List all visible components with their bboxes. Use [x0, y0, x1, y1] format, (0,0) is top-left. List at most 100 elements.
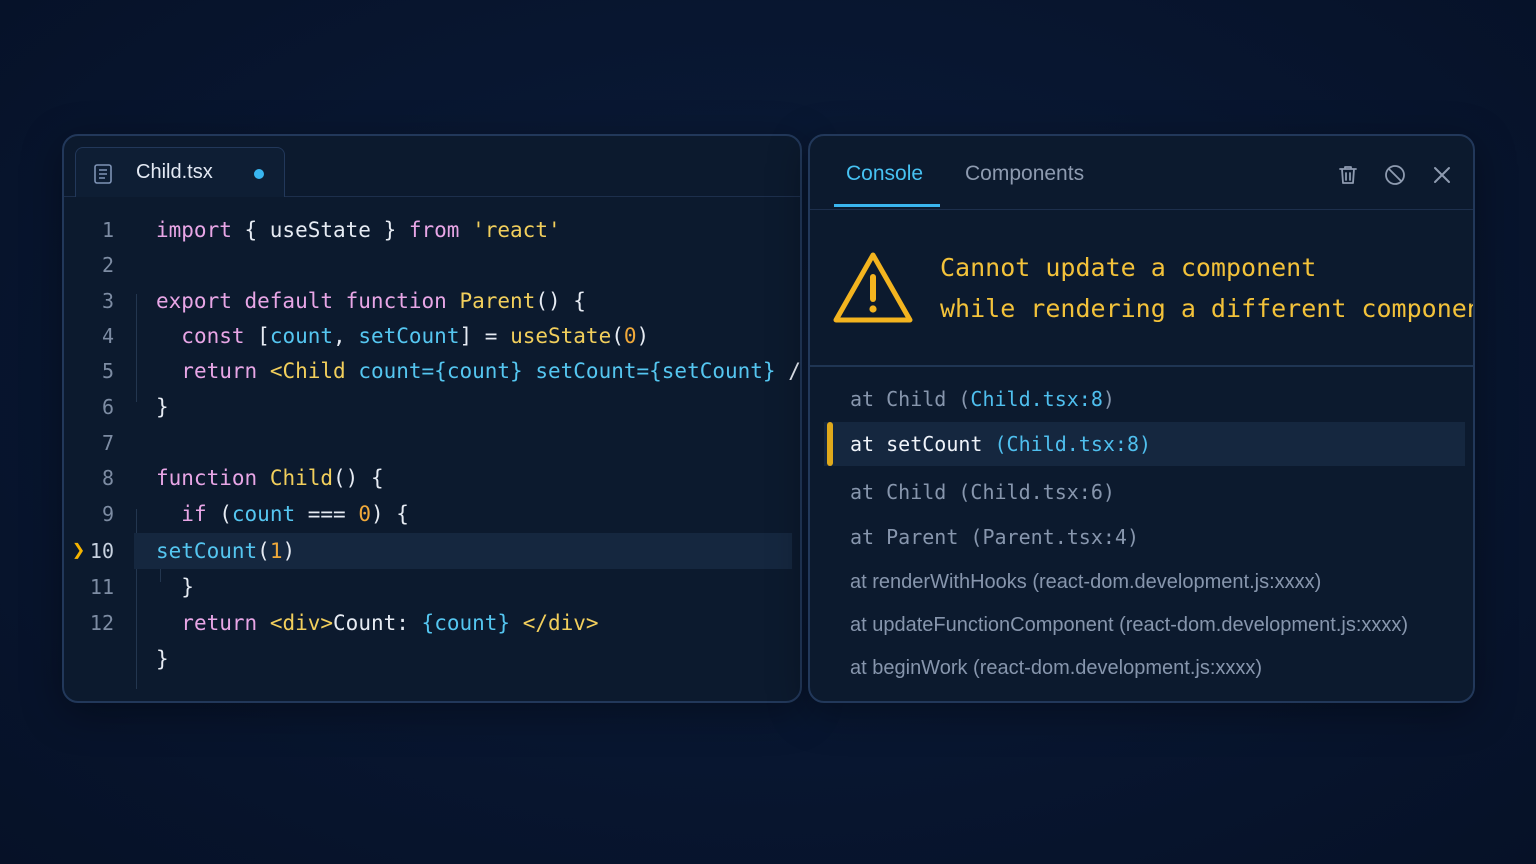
- code-token: ===: [295, 502, 359, 526]
- code-token: 0: [623, 324, 637, 348]
- file-tab-label: Child.tsx: [136, 161, 213, 183]
- code-text: }: [156, 389, 169, 425]
- line-number[interactable]: 3: [64, 283, 114, 319]
- clear-console-icon[interactable]: [1383, 163, 1407, 187]
- code-token: function: [156, 466, 258, 490]
- line-number[interactable]: 4: [64, 318, 114, 354]
- code-line[interactable]: 10 ❯ setCount(1): [72, 533, 792, 569]
- trash-icon[interactable]: [1336, 163, 1360, 187]
- code-token: <div>: [269, 611, 334, 635]
- code-line[interactable]: 11 }: [64, 569, 792, 605]
- code-line[interactable]: 6}: [64, 389, 792, 425]
- code-token: () {: [535, 289, 586, 313]
- tab-components[interactable]: Components: [965, 162, 1084, 186]
- code-token: 0: [358, 502, 371, 526]
- line-number[interactable]: 9: [64, 496, 114, 532]
- stack-frame[interactable]: at beginWork (react-dom.development.js:x…: [824, 646, 1465, 690]
- code-text: return <div>Count: {count} </div>: [156, 605, 599, 641]
- stack-frame[interactable]: at renderWithHooks (react-dom.developmen…: [824, 560, 1465, 604]
- stack-function: renderWithHooks: [872, 571, 1033, 593]
- stack-location-link[interactable]: (Child.tsx:8): [995, 432, 1152, 456]
- selected-frame-marker: [827, 422, 833, 466]
- stack-prefix: at: [850, 387, 887, 411]
- line-number[interactable]: 1: [64, 212, 114, 248]
- stack-location-link[interactable]: (react-dom.development.js:xxxx): [973, 657, 1262, 679]
- code-token: () {: [333, 466, 384, 490]
- code-line[interactable]: 12 return <div>Count: {count} </div>: [64, 605, 792, 641]
- close-icon[interactable]: [1430, 163, 1454, 187]
- line-number[interactable]: 5: [64, 353, 114, 389]
- code-token: {count}: [421, 611, 511, 635]
- stack-frame[interactable]: at Child (Child.tsx:6): [824, 470, 1465, 514]
- code-token: </div>: [522, 611, 599, 635]
- code-token: export default function: [156, 289, 447, 313]
- code-line[interactable]: 7: [64, 425, 792, 461]
- code-token: from: [408, 218, 460, 242]
- code-token: ,: [333, 324, 359, 348]
- code-line[interactable]: }: [64, 641, 792, 677]
- code-text: if (count === 0) {: [156, 496, 409, 532]
- line-number[interactable]: 2: [64, 247, 114, 283]
- stack-location-link[interactable]: (Child.tsx:8): [958, 387, 1115, 411]
- code-token: count={count}: [358, 359, 523, 383]
- stack-frame[interactable]: at updateFunctionComponent (react-dom.de…: [824, 603, 1465, 647]
- code-token: 'react': [472, 218, 561, 242]
- code-line[interactable]: 2: [64, 247, 792, 283]
- stack-frame-text: at renderWithHooks (react-dom.developmen…: [850, 560, 1321, 604]
- stack-prefix: at: [850, 614, 873, 636]
- stack-location-link[interactable]: (Child.tsx:6): [958, 480, 1115, 504]
- code-text: }: [156, 569, 194, 605]
- code-token: useState: [510, 324, 612, 348]
- stack-frame[interactable]: at Parent (Parent.tsx:4): [824, 515, 1465, 559]
- stack-frame[interactable]: at setCount (Child.tsx:8): [824, 422, 1465, 466]
- code-token: (: [257, 539, 270, 563]
- code-line[interactable]: 8 function Child() {: [64, 460, 792, 496]
- stack-prefix: at: [850, 480, 887, 504]
- stack-frame-text: at setCount (Child.tsx:8): [850, 422, 1151, 466]
- line-number[interactable]: 6: [64, 389, 114, 425]
- code-text: }: [156, 641, 169, 677]
- stack-prefix: at: [850, 525, 887, 549]
- stack-frame[interactable]: at Child (Child.tsx:8): [824, 377, 1465, 421]
- stack-location-link[interactable]: (Parent.tsx:4): [970, 525, 1139, 549]
- code-line[interactable]: 5 return <Child count={count} setCount={…: [64, 353, 800, 389]
- code-token: if: [181, 502, 207, 526]
- unsaved-dot-icon: [254, 169, 264, 179]
- code-editor-panel: Child.tsx 1 import { useState } from 'rea…: [62, 134, 802, 703]
- code-token: [: [244, 324, 270, 348]
- code-line[interactable]: 4 const [count, setCount] = useState(0): [64, 318, 792, 354]
- line-number[interactable]: 8: [64, 460, 114, 496]
- line-number[interactable]: 7: [64, 425, 114, 461]
- tab-console[interactable]: Console: [846, 162, 923, 186]
- execution-pointer-icon: ❯: [72, 538, 86, 563]
- devtools-tab-bar: Console Components: [810, 136, 1473, 210]
- code-token: const: [181, 324, 245, 348]
- code-token: ): [636, 324, 650, 348]
- code-text: import { useState } from 'react': [156, 212, 561, 248]
- stack-prefix: at: [850, 657, 873, 679]
- code-token: Child: [269, 466, 334, 490]
- line-number[interactable]: 12: [64, 605, 114, 641]
- code-line[interactable]: 3 export default function Parent() {: [64, 283, 792, 319]
- code-token: { useState }: [231, 218, 409, 242]
- code-token: ) {: [370, 502, 409, 526]
- stack-frame-text: at Parent (Parent.tsx:4): [850, 515, 1139, 559]
- line-number[interactable]: 11: [64, 569, 114, 605]
- code-line[interactable]: 9 if (count === 0) {: [64, 496, 792, 532]
- stack-location-link[interactable]: (react-dom.development.js:xxxx): [1119, 614, 1408, 636]
- code-area[interactable]: 1 import { useState } from 'react' 2 3 expor…: [64, 212, 800, 701]
- code-line[interactable]: 1 import { useState } from 'react': [64, 212, 792, 248]
- code-token: <Child: [269, 359, 346, 383]
- stack-location-link[interactable]: (react-dom.development.js:xxxx): [1032, 571, 1321, 593]
- file-tab-child[interactable]: Child.tsx: [75, 147, 285, 197]
- code-token: return: [181, 359, 258, 383]
- code-token: count: [269, 324, 334, 348]
- code-text: export default function Parent() {: [156, 283, 586, 319]
